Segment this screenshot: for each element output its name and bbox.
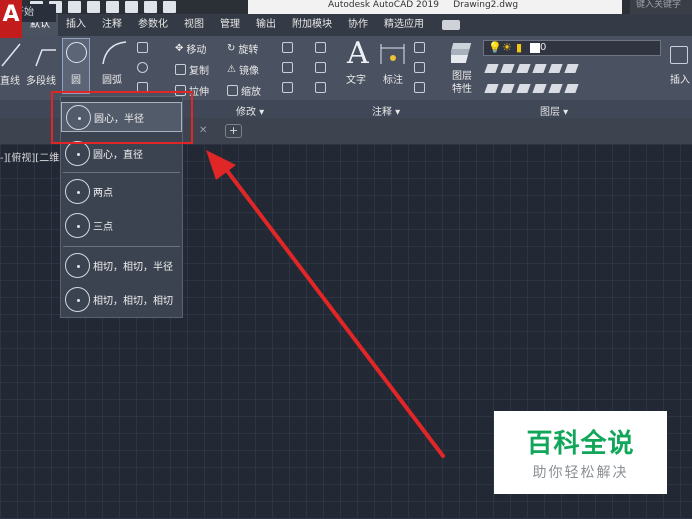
ellipse-icon[interactable] bbox=[137, 62, 148, 73]
copy-icon bbox=[175, 64, 186, 75]
layer-tool-icon[interactable] bbox=[484, 64, 499, 73]
dimension-icon[interactable] bbox=[378, 40, 408, 68]
watermark-logo: 百科全说 助你轻松解决 bbox=[494, 411, 667, 494]
close-tab-icon[interactable]: ✕ bbox=[199, 125, 207, 136]
tab-collaborate[interactable]: 协作 bbox=[340, 14, 376, 36]
linear-dimension-icon[interactable] bbox=[414, 42, 425, 53]
menu-divider bbox=[63, 246, 180, 247]
layer-tool-icon[interactable] bbox=[516, 64, 531, 73]
circle-button-label: 圆 bbox=[71, 75, 81, 86]
text-icon[interactable]: A bbox=[347, 36, 369, 71]
insert-block-icon[interactable] bbox=[670, 46, 688, 64]
annotation-highlight-box bbox=[51, 91, 193, 144]
circle-tan-tan-tan-icon bbox=[65, 286, 90, 312]
dimension-button[interactable]: 标注 bbox=[383, 71, 403, 86]
tab-parametric[interactable]: 参数化 bbox=[130, 14, 176, 36]
window-title: Autodesk AutoCAD 2019 Drawing2.dwg bbox=[248, 0, 622, 14]
circle-center-diameter-icon bbox=[65, 140, 90, 166]
ribbon-tab-bar: 默认 插入 注释 参数化 视图 管理 输出 附加模块 协作 精选应用 bbox=[22, 14, 692, 36]
layer-tool-icon[interactable] bbox=[532, 84, 547, 93]
layers-panel-label[interactable]: 图层 ▾ bbox=[540, 103, 568, 118]
table-icon[interactable] bbox=[414, 82, 425, 93]
scale-button[interactable]: 缩放 bbox=[227, 83, 261, 98]
tab-insert[interactable]: 插入 bbox=[58, 14, 94, 36]
tab-manage[interactable]: 管理 bbox=[212, 14, 248, 36]
fillet-icon[interactable] bbox=[282, 62, 293, 73]
tab-featured-apps[interactable]: 精选应用 bbox=[376, 14, 432, 36]
mirror-button[interactable]: ⚠ 镜像 bbox=[227, 62, 259, 77]
circle-two-point-icon bbox=[65, 178, 90, 204]
autocad-logo[interactable]: A bbox=[0, 0, 22, 38]
ribbon-toggle-icon[interactable] bbox=[442, 20, 460, 30]
tab-output[interactable]: 输出 bbox=[248, 14, 284, 36]
erase-icon[interactable] bbox=[315, 42, 326, 53]
menu-item-tan-tan-tan[interactable]: 相切，相切，相切 bbox=[61, 284, 182, 314]
circle-icon bbox=[66, 42, 87, 63]
layer-tool-icon[interactable] bbox=[564, 84, 579, 93]
redo-icon[interactable] bbox=[163, 1, 176, 13]
layer-tools-row-1[interactable] bbox=[484, 64, 579, 73]
watermark-title: 百科全说 bbox=[526, 429, 635, 459]
layer-lock-icon: ▮ bbox=[516, 41, 523, 54]
save-icon[interactable] bbox=[68, 1, 81, 13]
array-icon[interactable] bbox=[282, 82, 293, 93]
mirror-icon: ⚠ bbox=[227, 64, 236, 75]
text-button[interactable]: 文字 bbox=[346, 71, 366, 86]
layer-tools-row-2[interactable] bbox=[484, 84, 579, 93]
tab-addins[interactable]: 附加模块 bbox=[284, 14, 340, 36]
layer-color-icon bbox=[530, 43, 540, 53]
explode-icon[interactable] bbox=[315, 62, 326, 73]
rotate-icon: ↻ bbox=[227, 43, 236, 54]
arc-icon[interactable] bbox=[100, 38, 130, 68]
offset-icon[interactable] bbox=[315, 82, 326, 93]
rotate-button[interactable]: ↻ 旋转 bbox=[227, 41, 258, 56]
polyline-button[interactable]: 多段线 bbox=[26, 72, 56, 87]
search-input[interactable]: 键入关键字 bbox=[630, 0, 692, 14]
layer-tool-icon[interactable] bbox=[564, 64, 579, 73]
menu-item-two-point[interactable]: 两点 bbox=[61, 176, 182, 206]
move-button[interactable]: ✥ 移动 bbox=[175, 41, 206, 56]
arc-button[interactable]: 圆弧 bbox=[102, 71, 122, 86]
layer-freeze-icon: ☀ bbox=[502, 41, 512, 54]
menu-item-tan-tan-radius[interactable]: 相切，相切，半径 bbox=[61, 250, 182, 280]
cloud-icon[interactable] bbox=[106, 1, 119, 13]
menu-item-three-point[interactable]: 三点 bbox=[61, 210, 182, 240]
scale-icon bbox=[227, 85, 238, 96]
layer-tool-icon[interactable] bbox=[500, 84, 515, 93]
save-as-icon[interactable] bbox=[87, 1, 100, 13]
modify-panel-label[interactable]: 修改 ▾ bbox=[236, 103, 264, 118]
line-button[interactable]: 直线 bbox=[0, 72, 20, 87]
layer-tool-icon[interactable] bbox=[548, 64, 563, 73]
layer-tool-icon[interactable] bbox=[484, 84, 499, 93]
trim-icon[interactable] bbox=[282, 42, 293, 53]
layer-tool-icon[interactable] bbox=[516, 84, 531, 93]
new-tab-button[interactable]: + bbox=[225, 124, 242, 138]
move-icon: ✥ bbox=[175, 43, 184, 54]
layer-properties-icon[interactable] bbox=[451, 40, 477, 66]
undo-icon[interactable] bbox=[144, 1, 157, 13]
circle-three-point-icon bbox=[65, 212, 90, 238]
circle-tan-tan-radius-icon bbox=[65, 252, 90, 278]
copy-button[interactable]: 复制 bbox=[175, 62, 209, 77]
layer-tool-icon[interactable] bbox=[532, 64, 547, 73]
layer-on-icon: 💡 bbox=[488, 41, 502, 54]
layer-properties-button[interactable]: 图层 特性 bbox=[452, 70, 472, 96]
layer-tool-icon[interactable] bbox=[500, 64, 515, 73]
layer-tool-icon[interactable] bbox=[548, 84, 563, 93]
leader-icon[interactable] bbox=[414, 62, 425, 73]
menu-divider bbox=[63, 172, 180, 173]
print-icon[interactable] bbox=[125, 1, 138, 13]
rectangle-icon[interactable] bbox=[137, 42, 148, 53]
tab-view[interactable]: 视图 bbox=[176, 14, 212, 36]
insert-button[interactable]: 插入 bbox=[670, 71, 690, 86]
tab-annotate[interactable]: 注释 bbox=[94, 14, 130, 36]
annotation-panel-label[interactable]: 注释 ▾ bbox=[372, 103, 400, 118]
line-icon[interactable] bbox=[0, 40, 60, 70]
watermark-subtitle: 助你轻松解决 bbox=[532, 465, 629, 481]
